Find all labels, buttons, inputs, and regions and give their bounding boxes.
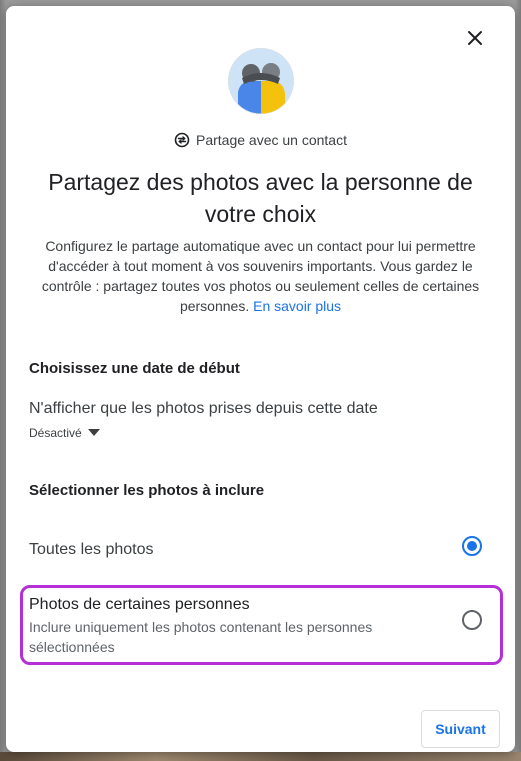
dialog-description: Configurez le partage automatique avec u… [34, 236, 487, 316]
option-some-people-description: Inclure uniquement les photos contenant … [29, 619, 373, 655]
partner-sharing-label: Partage avec un contact [196, 132, 347, 148]
option-all-photos-radio[interactable] [462, 536, 482, 556]
next-button[interactable]: Suivant [421, 710, 500, 748]
option-some-people-radio[interactable] [462, 610, 482, 630]
close-icon [468, 31, 482, 45]
start-date-heading: Choisissez une date de début [29, 360, 240, 377]
backdrop-photo-strip [0, 752, 521, 761]
arrow-drop-down-icon [87, 429, 100, 436]
start-date-value: Désactivé [29, 426, 82, 440]
option-all-photos-label[interactable]: Toutes les photos [29, 541, 154, 559]
partner-sharing-icon [174, 132, 190, 148]
photos-heading: Sélectionner les photos à inclure [29, 482, 265, 499]
close-button[interactable] [461, 24, 489, 52]
start-date-dropdown[interactable]: Désactivé [29, 424, 100, 442]
sharing-illustration [228, 48, 294, 114]
start-date-label: N'afficher que les photos prises depuis … [29, 400, 378, 417]
dialog-title: Partagez des photos avec la personne de … [48, 169, 473, 227]
option-some-people-label[interactable]: Photos de certaines personnes [29, 596, 250, 614]
partner-sharing-label-row: Partage avec un contact [6, 130, 515, 150]
partner-sharing-dialog: Partage avec un contact Partagez des pho… [6, 6, 515, 752]
learn-more-link[interactable]: En savoir plus [253, 298, 341, 314]
